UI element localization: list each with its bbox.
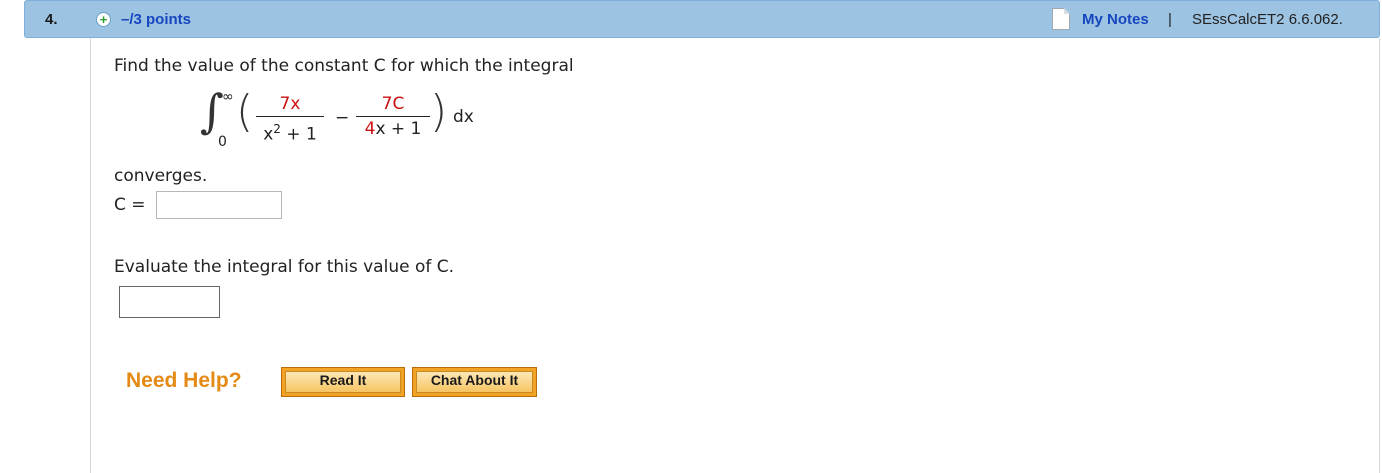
integral-lower-limit: 0 (218, 134, 227, 150)
c-value-input[interactable] (156, 191, 282, 219)
term1-denominator: x2 + 1 (263, 122, 317, 145)
question-header: 4. + –/3 points My Notes | SEssCalcET2 6… (24, 0, 1380, 38)
notes-icon[interactable] (1052, 8, 1070, 30)
c-label: C = (114, 195, 146, 215)
evaluate-text: Evaluate the integral for this value of … (114, 257, 455, 277)
right-divider (1379, 38, 1380, 473)
header-separator: | (1168, 11, 1172, 28)
differential: dx (453, 107, 474, 127)
integral-expression: ∫ ∞ 0 ( 7x x2 + 1 − 7C 4x + 1 ) dx (200, 86, 480, 152)
need-help-label: Need Help? (126, 369, 242, 392)
fraction-term-2: 7C 4x + 1 (356, 94, 430, 139)
term2-denominator: x + 1 (375, 119, 422, 139)
left-divider (90, 38, 91, 473)
chat-about-it-button[interactable]: Chat About It (412, 367, 537, 397)
left-paren: ( (236, 86, 254, 137)
term2-numerator: 7C (381, 94, 405, 114)
read-it-button[interactable]: Read It (281, 367, 405, 397)
problem-intro: Find the value of the constant C for whi… (114, 56, 574, 76)
my-notes-link[interactable]: My Notes (1082, 11, 1149, 28)
expand-plus-icon[interactable]: + (96, 12, 111, 27)
chat-about-it-label: Chat About It (416, 371, 533, 393)
read-it-label: Read It (285, 371, 401, 393)
converges-text: converges. (114, 166, 208, 186)
question-source: SEssCalcET2 6.6.062. (1192, 11, 1343, 28)
minus-operator: − (335, 108, 350, 128)
term1-numerator: 7x (279, 94, 301, 114)
integral-sign: ∫ (200, 84, 224, 138)
fraction-term-1: 7x x2 + 1 (256, 94, 324, 145)
right-paren: ) (430, 86, 448, 137)
evaluate-answer-input[interactable] (119, 286, 220, 318)
points-label: –/3 points (121, 11, 192, 28)
question-number: 4. (45, 11, 58, 28)
integral-upper-limit: ∞ (222, 89, 234, 105)
